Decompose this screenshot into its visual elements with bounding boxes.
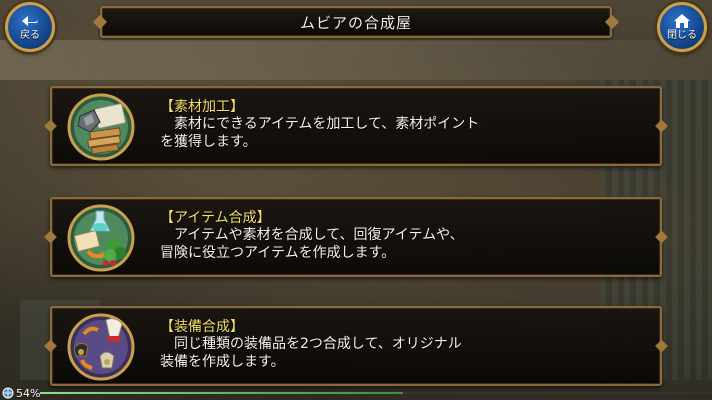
equipment-synthesis-icon <box>67 313 135 381</box>
menu-item-description: アイテムや素材を合成して、回復アイテムや、 冒険に役立つアイテムを作成します。 <box>160 226 580 262</box>
status-value: 54% <box>16 386 41 400</box>
description-line: 装備を作成します。 <box>160 354 285 370</box>
globe-icon <box>2 387 14 399</box>
status-readout: 54% <box>2 386 40 400</box>
close-button-label: 閉じる <box>667 30 697 41</box>
menu-item-item-synthesis[interactable]: 【アイテム合成】 アイテムや素材を合成して、回復アイテムや、 冒険に役立つアイテ… <box>50 197 662 277</box>
menu-item-material-processing[interactable]: 【素材加工】 素材にできるアイテムを加工して、素材ポイント を獲得します。 <box>50 86 662 166</box>
menu-item-description: 同じ種類の装備品を2つ合成して、オリジナル 装備を作成します。 <box>160 335 580 371</box>
description-line: 素材にできるアイテムを加工して、素材ポイント <box>174 116 480 132</box>
item-synthesis-icon <box>67 204 135 272</box>
description-line: 同じ種類の装備品を2つ合成して、オリジナル <box>174 336 462 352</box>
back-button[interactable]: 戻る <box>5 2 55 52</box>
description-line: アイテムや素材を合成して、回復アイテムや、 <box>174 227 464 243</box>
material-processing-icon <box>67 93 135 161</box>
background-wall <box>0 40 712 80</box>
home-icon <box>674 14 690 28</box>
close-button[interactable]: 閉じる <box>657 2 707 52</box>
description-line: 冒険に役立つアイテムを作成します。 <box>160 245 396 261</box>
page-title: ムビアの合成屋 <box>299 13 412 32</box>
menu-item-title: 【素材加工】 <box>160 99 244 115</box>
title-bar: ムビアの合成屋 <box>100 6 612 38</box>
menu-item-title: 【アイテム合成】 <box>160 210 271 226</box>
description-line: を獲得します。 <box>160 134 257 150</box>
back-button-label: 戻る <box>20 30 40 41</box>
menu-item-title: 【装備合成】 <box>160 319 244 335</box>
status-progress-line <box>40 392 712 394</box>
back-arrow-icon <box>22 16 38 26</box>
menu-item-equipment-synthesis[interactable]: 【装備合成】 同じ種類の装備品を2つ合成して、オリジナル 装備を作成します。 <box>50 306 662 386</box>
menu-item-description: 素材にできるアイテムを加工して、素材ポイント を獲得します。 <box>160 115 580 151</box>
